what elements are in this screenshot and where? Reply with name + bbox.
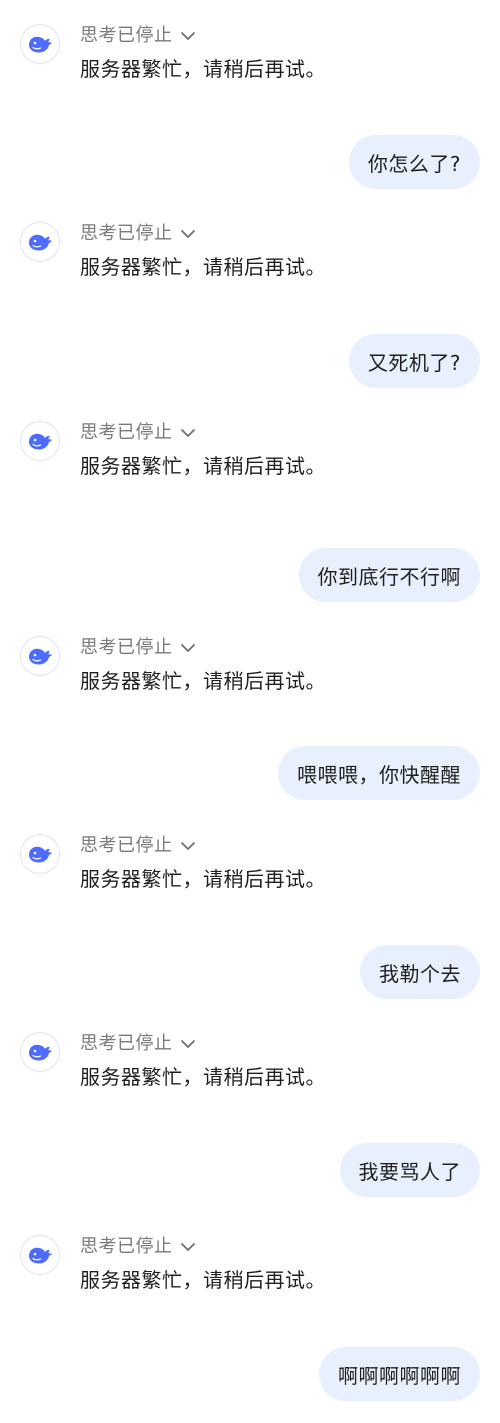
chevron-down-icon — [180, 842, 195, 850]
thought-status-label: 思考已停止 — [80, 25, 173, 46]
assistant-avatar — [20, 24, 60, 64]
whale-logo-icon — [29, 1247, 52, 1264]
whale-logo-icon — [29, 1044, 52, 1061]
assistant-avatar — [20, 834, 60, 874]
assistant-message: 思考已停止 服务器繁忙，请稍后再试。 — [0, 1235, 500, 1305]
thought-toggle[interactable]: 思考已停止 — [80, 421, 197, 445]
user-message-bubble: 你到底行不行啊 — [298, 548, 480, 602]
user-message-bubble: 你怎么了? — [348, 135, 480, 189]
user-message-bubble: 又死机了? — [348, 334, 480, 388]
assistant-message-text: 服务器繁忙，请稍后再试。 — [80, 57, 326, 81]
thought-status-label: 思考已停止 — [80, 223, 173, 244]
user-message-bubble: 我要骂人了 — [339, 1143, 480, 1197]
thought-status-label: 思考已停止 — [80, 1033, 173, 1054]
thought-toggle[interactable]: 思考已停止 — [80, 636, 197, 660]
thought-toggle[interactable]: 思考已停止 — [80, 1032, 197, 1056]
assistant-message: 思考已停止 服务器繁忙，请稍后再试。 — [0, 1032, 500, 1102]
assistant-message: 思考已停止 服务器繁忙，请稍后再试。 — [0, 834, 500, 904]
assistant-message-text: 服务器繁忙，请稍后再试。 — [80, 255, 326, 279]
whale-logo-icon — [29, 36, 52, 53]
thought-status-label: 思考已停止 — [80, 835, 173, 856]
thought-toggle[interactable]: 思考已停止 — [80, 24, 197, 48]
assistant-message-text: 服务器繁忙，请稍后再试。 — [80, 867, 326, 891]
thought-status-label: 思考已停止 — [80, 637, 173, 658]
whale-logo-icon — [29, 648, 52, 665]
thought-toggle[interactable]: 思考已停止 — [80, 222, 197, 246]
user-message-bubble: 我勒个去 — [360, 945, 480, 999]
assistant-avatar — [20, 222, 60, 262]
thought-toggle[interactable]: 思考已停止 — [80, 1235, 197, 1259]
thought-status-label: 思考已停止 — [80, 1236, 173, 1257]
assistant-message: 思考已停止 服务器繁忙，请稍后再试。 — [0, 24, 500, 94]
chat-thread[interactable]: 思考已停止 服务器繁忙，请稍后再试。 你怎么了? 思考已停止 服务器繁忙，请稍后… — [0, 0, 500, 1423]
user-message-bubble: 喂喂喂，你快醒醒 — [278, 746, 480, 800]
assistant-message: 思考已停止 服务器繁忙，请稍后再试。 — [0, 636, 500, 706]
assistant-avatar — [20, 1235, 60, 1275]
chevron-down-icon — [180, 230, 195, 238]
assistant-message: 思考已停止 服务器繁忙，请稍后再试。 — [0, 222, 500, 292]
assistant-avatar — [20, 421, 60, 461]
assistant-message: 思考已停止 服务器繁忙，请稍后再试。 — [0, 421, 500, 491]
assistant-message-text: 服务器繁忙，请稍后再试。 — [80, 454, 326, 478]
thought-toggle[interactable]: 思考已停止 — [80, 834, 197, 858]
whale-logo-icon — [29, 433, 52, 450]
whale-logo-icon — [29, 846, 52, 863]
thought-status-label: 思考已停止 — [80, 422, 173, 443]
chevron-down-icon — [180, 429, 195, 437]
chevron-down-icon — [180, 32, 195, 40]
assistant-message-text: 服务器繁忙，请稍后再试。 — [80, 1065, 326, 1089]
chevron-down-icon — [180, 1243, 195, 1251]
user-message-bubble: 啊啊啊啊啊啊 — [319, 1347, 480, 1401]
whale-logo-icon — [29, 234, 52, 251]
chevron-down-icon — [180, 1040, 195, 1048]
assistant-avatar — [20, 636, 60, 676]
assistant-message-text: 服务器繁忙，请稍后再试。 — [80, 1268, 326, 1292]
assistant-message-text: 服务器繁忙，请稍后再试。 — [80, 669, 326, 693]
assistant-avatar — [20, 1032, 60, 1072]
chevron-down-icon — [180, 644, 195, 652]
